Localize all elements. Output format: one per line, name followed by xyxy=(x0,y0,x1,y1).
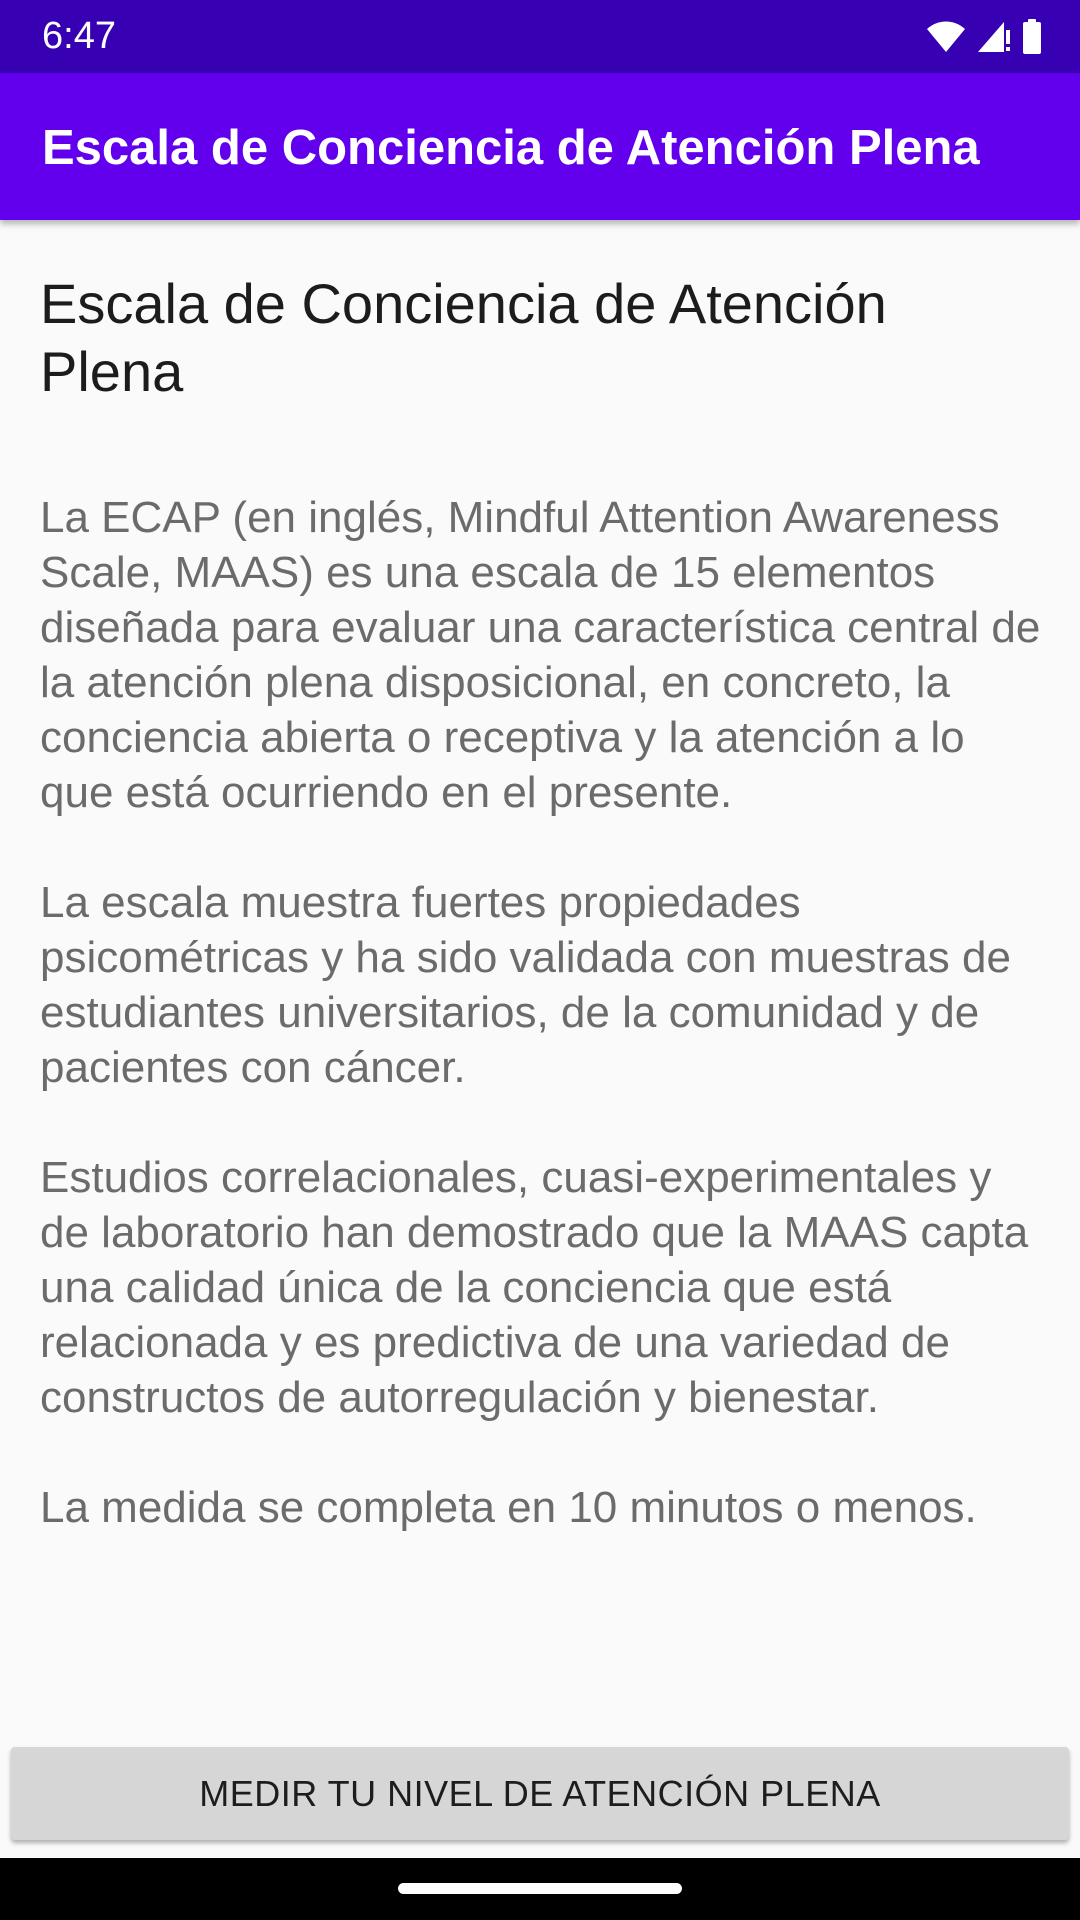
page-title: Escala de Conciencia de Atención Plena xyxy=(40,272,887,403)
status-time: 6:47 xyxy=(42,15,116,57)
description-paragraph: La medida se completa en 10 minutos o me… xyxy=(40,1483,977,1532)
cell-signal-icon xyxy=(976,20,1012,54)
description-paragraph: Estudios correlacionales, cuasi-experime… xyxy=(40,1153,1029,1422)
navigation-bar xyxy=(0,1858,1080,1920)
app-bar-title: Escala de Conciencia de Atención Plena xyxy=(42,121,980,175)
home-gesture-handle[interactable] xyxy=(398,1883,682,1894)
description: La ECAP (en inglés, Mindful Attention Aw… xyxy=(40,490,1050,1590)
status-icons xyxy=(926,18,1042,56)
main-content[interactable]: Escala de Conciencia de Atención Plena L… xyxy=(0,220,1080,1745)
status-bar: 6:47 xyxy=(0,0,1080,73)
battery-icon xyxy=(1022,19,1042,55)
app-bar: Escala de Conciencia de Atención Plena xyxy=(0,73,1080,220)
description-paragraph: La ECAP (en inglés, Mindful Attention Aw… xyxy=(40,493,1041,817)
measure-mindfulness-button[interactable]: MEDIR TU NIVEL DE ATENCIÓN PLENA xyxy=(11,1747,1069,1840)
description-paragraph: La escala muestra fuertes propiedades ps… xyxy=(40,878,1011,1092)
wifi-icon xyxy=(926,20,966,54)
